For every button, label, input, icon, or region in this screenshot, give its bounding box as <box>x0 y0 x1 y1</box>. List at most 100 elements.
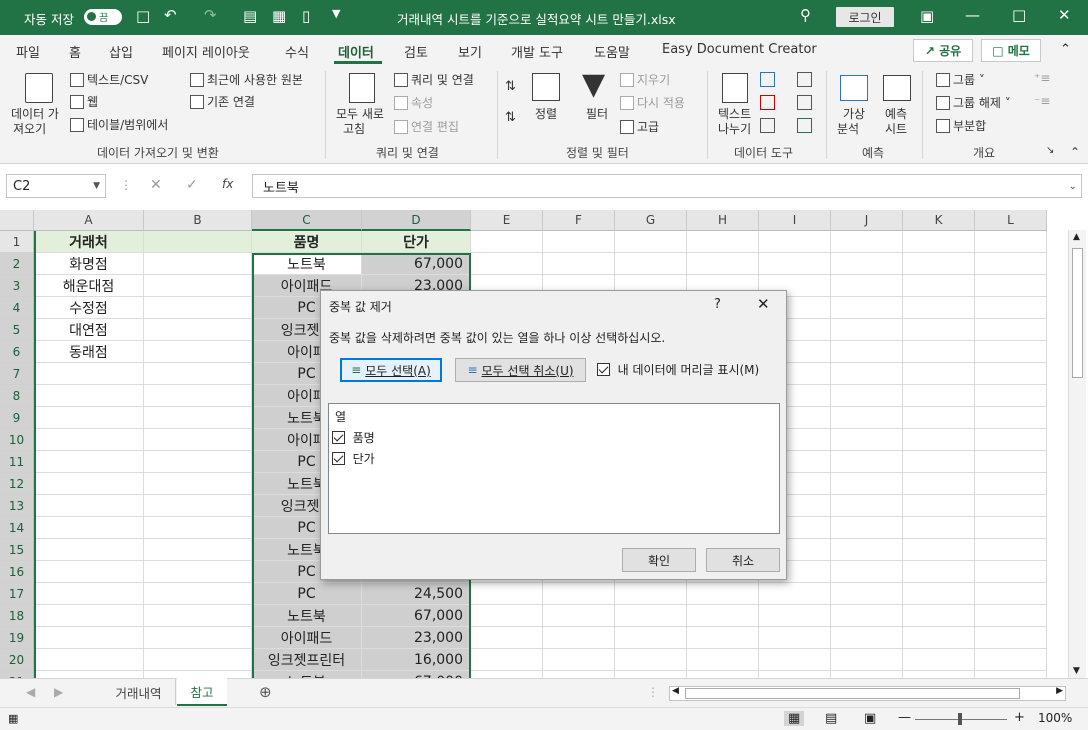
table-cell[interactable]: 거래처 <box>34 231 144 253</box>
table-cell[interactable] <box>543 627 615 649</box>
table-cell[interactable]: PC <box>252 583 362 605</box>
tab-file[interactable]: 파일 <box>16 42 40 61</box>
table-cell[interactable]: 67,000 <box>362 671 471 678</box>
hide-detail-icon[interactable]: ⁻≡ <box>1034 94 1050 108</box>
prev-sheet-icon[interactable]: ◀ <box>26 685 35 699</box>
page-break-view-icon[interactable]: ▣ <box>864 711 876 726</box>
table-cell[interactable] <box>831 275 903 297</box>
filter-button[interactable]: 필터 <box>586 105 608 122</box>
table-cell[interactable] <box>543 231 615 253</box>
sort-za-icon[interactable]: ⇅ <box>505 110 516 125</box>
table-cell[interactable] <box>144 627 252 649</box>
table-cell[interactable] <box>903 605 975 627</box>
table-cell[interactable] <box>759 605 831 627</box>
consolidate-icon[interactable] <box>797 72 812 87</box>
new-file-icon[interactable]: ▯ <box>302 7 310 25</box>
table-cell[interactable] <box>144 429 252 451</box>
ribbon-display-icon[interactable]: ▣ <box>920 7 934 25</box>
text-to-columns-label[interactable]: 나누기 <box>718 120 751 137</box>
table-cell[interactable] <box>144 671 252 678</box>
outline-settings-icon[interactable]: ↘ <box>1046 145 1054 156</box>
quick-access-icon[interactable]: ▤ <box>243 7 257 25</box>
table-cell[interactable] <box>34 539 144 561</box>
undo-icon[interactable]: ↶ <box>164 6 177 24</box>
column-header[interactable]: K <box>903 210 975 231</box>
horizontal-scrollbar[interactable]: ◀ ▶ <box>669 686 1066 701</box>
row-header[interactable]: 11 <box>0 451 34 473</box>
table-cell[interactable] <box>975 341 1047 363</box>
table-cell[interactable] <box>831 429 903 451</box>
headers-checkbox[interactable]: 내 데이터에 머리글 표시(M) <box>597 361 759 378</box>
from-text-button[interactable]: 텍스트/CSV <box>70 71 148 88</box>
forecast-sheet-label[interactable]: 시트 <box>885 120 907 137</box>
table-cell[interactable] <box>759 583 831 605</box>
table-cell[interactable]: 노트북 <box>252 253 362 275</box>
row-header[interactable]: 5 <box>0 319 34 341</box>
table-cell[interactable] <box>903 451 975 473</box>
sort-button[interactable]: 정렬 <box>535 105 557 122</box>
row-header[interactable]: 12 <box>0 473 34 495</box>
row-header[interactable]: 21 <box>0 671 34 678</box>
table-cell[interactable] <box>759 231 831 253</box>
row-header[interactable]: 13 <box>0 495 34 517</box>
tab-insert[interactable]: 삽입 <box>109 42 133 61</box>
save-icon[interactable]: □ <box>136 7 150 25</box>
properties-button[interactable]: 속성 <box>394 94 433 111</box>
redo-icon[interactable]: ↷ <box>204 6 217 24</box>
table-cell[interactable] <box>615 231 687 253</box>
table-cell[interactable] <box>975 517 1047 539</box>
table-cell[interactable] <box>831 473 903 495</box>
table-cell[interactable] <box>975 319 1047 341</box>
table-cell[interactable] <box>34 363 144 385</box>
table-cell[interactable] <box>34 429 144 451</box>
refresh-all-label[interactable]: 고침 <box>343 120 365 137</box>
row-header[interactable]: 14 <box>0 517 34 539</box>
table-cell[interactable] <box>144 319 252 341</box>
select-all-corner[interactable] <box>0 210 34 231</box>
dialog-close-icon[interactable]: ✕ <box>757 295 770 313</box>
table-cell[interactable] <box>34 671 144 678</box>
table-cell[interactable] <box>903 583 975 605</box>
table-cell[interactable] <box>975 495 1047 517</box>
table-cell[interactable] <box>34 649 144 671</box>
table-cell[interactable] <box>687 605 759 627</box>
table-cell[interactable] <box>615 253 687 275</box>
row-header[interactable]: 4 <box>0 297 34 319</box>
table-cell[interactable] <box>975 363 1047 385</box>
table-cell[interactable] <box>34 473 144 495</box>
row-header[interactable]: 7 <box>0 363 34 385</box>
table-cell[interactable] <box>543 605 615 627</box>
zoom-in-icon[interactable]: + <box>1014 710 1025 725</box>
table-cell[interactable] <box>831 385 903 407</box>
table-cell[interactable] <box>903 473 975 495</box>
columns-list[interactable]: 열 품명 단가 <box>328 403 780 534</box>
table-cell[interactable] <box>34 407 144 429</box>
table-cell[interactable] <box>144 517 252 539</box>
remove-duplicates-icon[interactable] <box>760 95 775 110</box>
column-header[interactable]: G <box>615 210 687 231</box>
select-all-button[interactable]: ≡ 모두 선택(A) <box>340 358 442 382</box>
table-cell[interactable] <box>975 407 1047 429</box>
table-cell[interactable] <box>903 385 975 407</box>
table-cell[interactable] <box>831 605 903 627</box>
normal-view-icon[interactable]: ▦ <box>784 711 805 726</box>
column-header[interactable]: B <box>144 210 252 231</box>
table-cell[interactable] <box>831 539 903 561</box>
login-button[interactable]: 로그인 <box>836 7 894 27</box>
table-cell[interactable] <box>903 231 975 253</box>
column-header[interactable]: L <box>975 210 1047 231</box>
table-cell[interactable] <box>903 275 975 297</box>
table-cell[interactable] <box>759 253 831 275</box>
table-cell[interactable] <box>144 539 252 561</box>
table-cell[interactable] <box>903 517 975 539</box>
enter-formula-icon[interactable]: ✓ <box>186 177 198 193</box>
share-button[interactable]: ↗ 공유 <box>913 39 973 62</box>
table-cell[interactable] <box>975 605 1047 627</box>
cancel-button[interactable]: 취소 <box>706 548 780 572</box>
table-cell[interactable] <box>975 583 1047 605</box>
table-cell[interactable] <box>687 671 759 678</box>
table-cell[interactable] <box>615 605 687 627</box>
table-cell[interactable] <box>144 341 252 363</box>
from-table-button[interactable]: 테이블/범위에서 <box>70 116 168 133</box>
zoom-out-icon[interactable]: — <box>898 710 911 725</box>
